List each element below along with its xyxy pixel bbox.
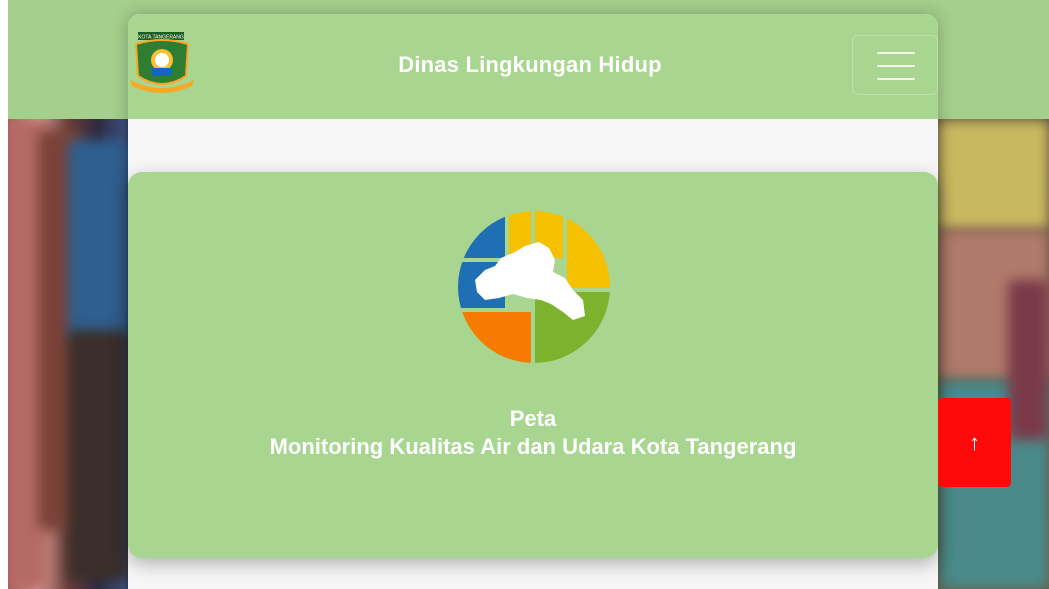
back-to-top-button[interactable]: ↑	[938, 398, 1011, 487]
kota-tangerang-logo-icon[interactable]: KOTA TANGERANG	[126, 30, 198, 98]
page: KOTA TANGERANG Dinas Lingkungan Hidup Pe…	[0, 0, 1049, 589]
arrow-up-icon: ↑	[969, 429, 980, 455]
hero-title-line-1: Peta	[509, 406, 557, 431]
hero-title: Peta Monitoring Kualitas Air dan Udara K…	[128, 405, 938, 461]
site-title[interactable]: Dinas Lingkungan Hidup	[300, 52, 760, 78]
hamburger-icon	[877, 52, 915, 54]
hamburger-icon-bar	[877, 65, 915, 67]
hamburger-icon-bar	[877, 78, 915, 80]
hero-title-line-2: Monitoring Kualitas Air dan Udara Kota T…	[269, 434, 797, 459]
menu-toggle-button[interactable]	[852, 35, 938, 95]
monitoring-map-logo-icon	[455, 208, 613, 366]
